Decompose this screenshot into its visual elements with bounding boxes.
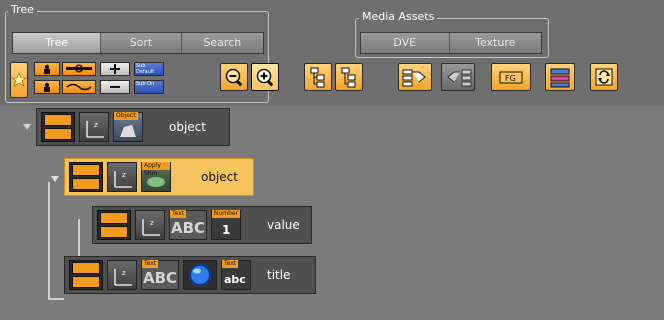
subdir-on-label: Sub On	[136, 81, 155, 87]
branch-right-icon[interactable]	[398, 63, 432, 91]
tab-texture[interactable]: Texture	[449, 33, 541, 53]
svg-text:z: z	[122, 269, 126, 277]
container-control-icon	[69, 162, 103, 192]
container-icon[interactable]	[62, 62, 96, 76]
toolbar: Tree Tree Sort Search Media Assets DVE T…	[0, 0, 664, 106]
plugin-tag-apply-shm: Apply Shm	[142, 162, 170, 177]
collapse-triangle-icon[interactable]	[51, 175, 59, 183]
node-label: value	[267, 218, 300, 232]
object-plugin-icon: Object	[113, 112, 143, 142]
tree-node-object-selected[interactable]: z Apply Shm object	[51, 158, 254, 196]
branch-left-icon[interactable]	[441, 63, 475, 91]
text-small-plugin-icon: Text abc	[221, 260, 251, 290]
axes-icon: z	[135, 210, 165, 240]
svg-text:z: z	[150, 219, 154, 227]
fg-icon[interactable]: FG	[491, 63, 531, 91]
plugin-tag-number: Number	[212, 210, 241, 218]
refresh-icon[interactable]	[590, 63, 618, 91]
svg-text:z: z	[122, 171, 126, 179]
subdir-off-icon[interactable]: Sub On	[134, 80, 164, 94]
apply-shm-plugin-icon: Apply Shm	[141, 162, 171, 192]
abc-glyph: ABC	[171, 219, 206, 237]
number-plugin-icon: Number 1	[211, 210, 241, 240]
media-assets-title: Media Assets	[359, 11, 438, 23]
tree-connector	[48, 182, 50, 300]
svg-text:z: z	[94, 121, 98, 129]
plugin-tag-text-2: Text	[222, 260, 239, 268]
minus-icon[interactable]	[100, 80, 130, 94]
node-label: object	[169, 120, 206, 134]
wave-icon[interactable]	[62, 80, 96, 94]
number-glyph: 1	[222, 223, 231, 237]
tree-expand-icon[interactable]	[304, 63, 332, 91]
tree-node-value[interactable]: z Text ABC Number 1 value	[92, 206, 312, 244]
collapse-triangle-icon[interactable]	[23, 123, 31, 131]
sphere-icon	[183, 260, 217, 290]
text-plugin-icon: Text ABC	[169, 210, 207, 240]
tree-node-object[interactable]: z Object object	[23, 108, 230, 146]
scene-tree: z Object object z Apply Shm object z Tex…	[8, 106, 664, 320]
tab-sort[interactable]: Sort	[101, 33, 182, 53]
zoom-out-icon[interactable]	[220, 63, 248, 91]
tab-search[interactable]: Search	[181, 33, 263, 53]
axes-icon: z	[107, 260, 137, 290]
axes-icon: z	[107, 162, 137, 192]
zoom-in-icon[interactable]	[251, 63, 279, 91]
tree-collapse-icon[interactable]	[335, 63, 363, 91]
layers-icon[interactable]	[545, 63, 575, 91]
node-label: title	[267, 268, 291, 282]
axes-icon: z	[79, 112, 109, 142]
container-control-icon	[69, 260, 103, 290]
plugin-tag-text: Text	[170, 210, 187, 218]
tree-node-title[interactable]: z Text ABC Text abc title	[64, 256, 316, 294]
person-icon[interactable]	[34, 62, 60, 76]
container-control-icon	[41, 112, 75, 142]
abc-small-glyph: abc	[224, 273, 246, 286]
tab-tree[interactable]: Tree	[13, 33, 102, 53]
container-control-icon	[97, 210, 131, 240]
tab-dve[interactable]: DVE	[361, 33, 450, 53]
star-icon[interactable]	[10, 62, 28, 98]
abc-glyph: ABC	[143, 269, 178, 287]
plugin-tag-object: Object	[114, 112, 138, 120]
subdir-icon[interactable]: Sub Default	[134, 62, 164, 76]
plus-icon[interactable]	[100, 62, 130, 76]
svg-text:FG: FG	[505, 74, 516, 83]
tree-tabbar: Tree Sort Search	[12, 32, 264, 54]
tree-group-title: Tree	[8, 4, 37, 16]
plugin-tag-text: Text	[142, 260, 159, 268]
tree-connector	[48, 298, 64, 300]
text-plugin-icon: Text ABC	[141, 260, 179, 290]
person-small-icon[interactable]	[34, 80, 60, 94]
subdir-label: Sub Default	[136, 63, 155, 75]
media-assets-tabbar: DVE Texture	[360, 32, 542, 54]
node-label: object	[201, 170, 238, 184]
